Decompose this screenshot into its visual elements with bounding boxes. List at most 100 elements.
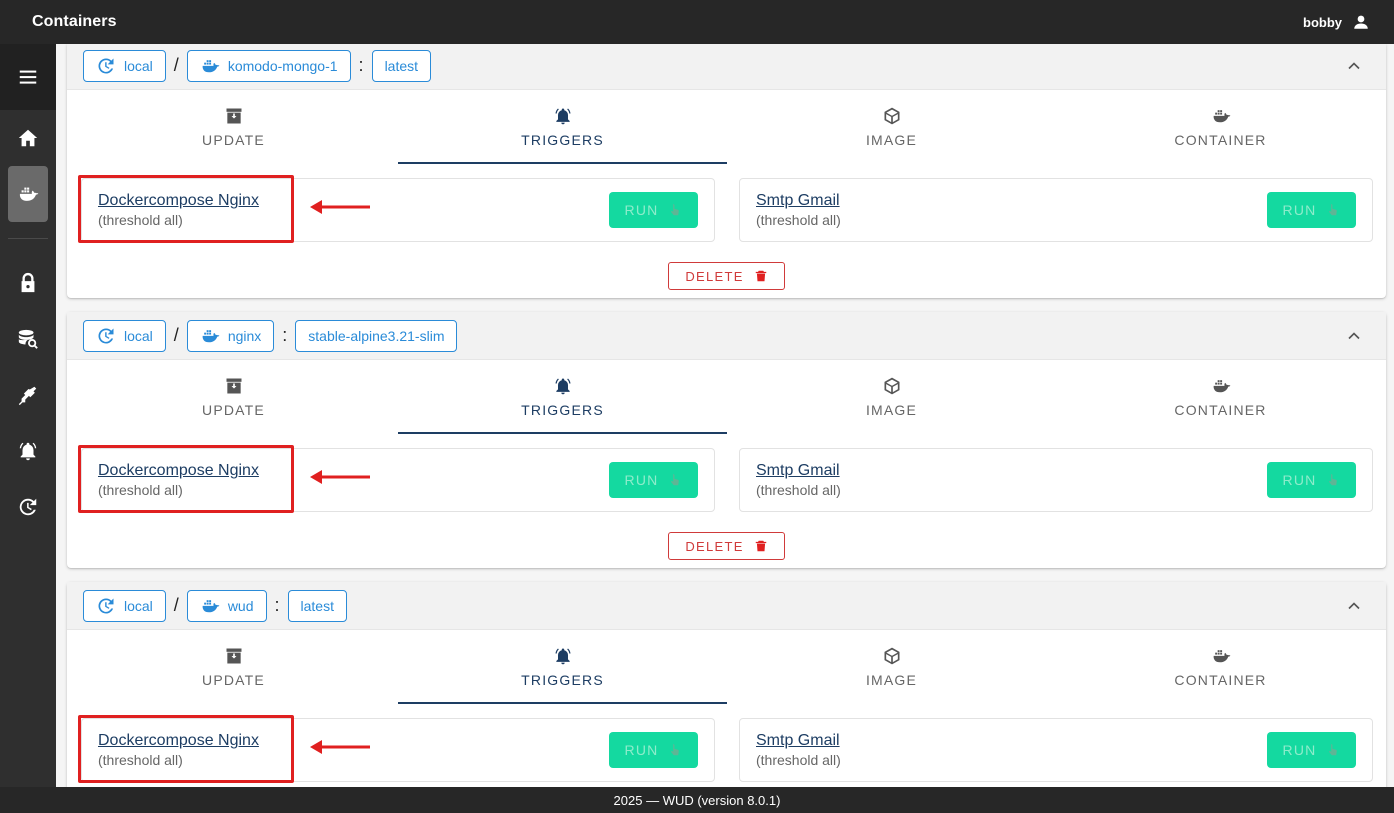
detail-tabs: UPDATE TRIGGERS IMAGE CONTAINER [67, 630, 1386, 704]
annotation-highlight-box [78, 715, 294, 783]
tag-chip[interactable]: stable-alpine3.21-slim [295, 319, 458, 352]
refresh-clock-icon [98, 597, 114, 613]
trigger-name-link[interactable]: Smtp Gmail [756, 732, 841, 750]
plug-icon [18, 386, 37, 406]
hand-pointer-icon [1329, 744, 1338, 756]
tab-container[interactable]: CONTAINER [1056, 360, 1385, 434]
docker-icon [1213, 110, 1230, 123]
run-trigger-button[interactable]: RUN [1267, 462, 1356, 498]
sidebar-item-notifications[interactable] [8, 423, 48, 479]
docker-icon [202, 329, 220, 342]
annotation-arrow [310, 470, 370, 484]
sidebar-item-triggers[interactable] [8, 367, 48, 423]
home-icon [18, 129, 38, 147]
delete-row: DELETE [67, 512, 1386, 568]
tab-triggers[interactable]: TRIGGERS [398, 630, 727, 704]
container-name-chip[interactable]: nginx [186, 319, 275, 352]
sidebar-item-containers[interactable] [8, 166, 48, 222]
trigger-info: Smtp Gmail (threshold all) [756, 462, 841, 498]
bell-ring-icon [555, 378, 570, 395]
run-label: RUN [624, 742, 659, 758]
watcher-name: local [124, 327, 153, 344]
tab-update[interactable]: UPDATE [69, 630, 398, 704]
delete-container-button[interactable]: DELETE [668, 262, 785, 290]
run-trigger-button[interactable]: RUN [609, 732, 698, 768]
delete-container-button[interactable]: DELETE [668, 532, 785, 560]
run-trigger-button[interactable]: RUN [1267, 192, 1356, 228]
run-label: RUN [1282, 742, 1317, 758]
container-card: local / nginx : stable-alpine3.21-slim U… [67, 312, 1386, 568]
menu-icon [19, 70, 37, 84]
tab-image[interactable]: IMAGE [727, 90, 1056, 164]
hand-pointer-icon [1329, 474, 1338, 486]
tab-label: UPDATE [202, 402, 265, 418]
tab-label: TRIGGERS [521, 402, 604, 418]
delete-label: DELETE [685, 538, 744, 554]
container-name-chip[interactable]: wud [186, 589, 267, 622]
trash-icon [755, 270, 766, 282]
tab-image[interactable]: IMAGE [727, 360, 1056, 434]
container-name-chip[interactable]: komodo-mongo-1 [186, 49, 351, 82]
tab-triggers[interactable]: TRIGGERS [398, 90, 727, 164]
container-name: komodo-mongo-1 [227, 57, 338, 74]
triggers-list: Dockercompose Nginx (threshold all) RUN … [67, 434, 1386, 513]
tab-label: CONTAINER [1174, 132, 1267, 148]
menu-toggle-button[interactable] [0, 44, 56, 110]
path-separator: / [173, 325, 179, 345]
triggers-list: Dockercompose Nginx (threshold all) RUN … [67, 164, 1386, 243]
username: bobby [1303, 14, 1342, 30]
run-label: RUN [1282, 472, 1317, 488]
tab-container[interactable]: CONTAINER [1056, 90, 1385, 164]
path-separator: / [173, 55, 179, 75]
user-menu[interactable]: bobby [1303, 13, 1370, 31]
hand-pointer-icon [671, 204, 680, 216]
lock-icon [21, 272, 35, 293]
run-trigger-button[interactable]: RUN [1267, 732, 1356, 768]
watcher-chip[interactable]: local [83, 319, 166, 352]
chevron-up-icon[interactable] [1344, 326, 1364, 346]
run-label: RUN [1282, 202, 1317, 218]
watcher-name: local [124, 57, 153, 74]
container-card-header[interactable]: local / komodo-mongo-1 : latest [67, 44, 1386, 90]
package-down-icon [226, 648, 241, 664]
tab-label: IMAGE [865, 402, 918, 418]
app-bar: Containers bobby [0, 0, 1394, 44]
refresh-clock-icon [19, 498, 37, 516]
run-trigger-button[interactable]: RUN [609, 192, 698, 228]
sidebar-item-watchers[interactable] [8, 479, 48, 535]
container-card-header[interactable]: local / nginx : stable-alpine3.21-slim [67, 312, 1386, 360]
run-label: RUN [624, 472, 659, 488]
trigger-item: Smtp Gmail (threshold all) RUN [739, 178, 1373, 242]
tab-triggers[interactable]: TRIGGERS [398, 360, 727, 434]
trigger-name-link[interactable]: Smtp Gmail [756, 462, 841, 480]
cube-outline-icon [884, 377, 899, 395]
tab-update[interactable]: UPDATE [69, 90, 398, 164]
watcher-chip[interactable]: local [83, 49, 166, 82]
sidebar-item-home[interactable] [8, 110, 48, 166]
docker-icon [1213, 380, 1230, 393]
tab-label: CONTAINER [1174, 672, 1267, 688]
sidebar-item-registries[interactable] [8, 311, 48, 367]
chevron-up-icon[interactable] [1344, 596, 1364, 616]
run-trigger-button[interactable]: RUN [609, 462, 698, 498]
delete-row: DELETE [67, 242, 1386, 298]
tag-chip[interactable]: latest [371, 49, 432, 82]
annotation-highlight-box [78, 175, 294, 243]
detail-tabs: UPDATE TRIGGERS IMAGE CONTAINER [67, 360, 1386, 434]
docker-icon [202, 59, 220, 72]
annotation-arrow [310, 200, 370, 214]
trigger-threshold: (threshold all) [756, 752, 841, 768]
bell-ring-icon [19, 442, 37, 461]
chevron-up-icon[interactable] [1344, 56, 1364, 76]
container-card-header[interactable]: local / wud : latest [67, 582, 1386, 630]
watcher-chip[interactable]: local [83, 589, 166, 622]
sidebar-item-authentications[interactable] [8, 255, 48, 311]
tab-container[interactable]: CONTAINER [1056, 630, 1385, 704]
bell-ring-icon [555, 648, 570, 665]
tab-image[interactable]: IMAGE [727, 630, 1056, 704]
tag-chip[interactable]: latest [287, 589, 347, 622]
trigger-name-link[interactable]: Smtp Gmail [756, 192, 841, 210]
tab-update[interactable]: UPDATE [69, 360, 398, 434]
tab-label: TRIGGERS [521, 672, 604, 688]
trash-icon [755, 540, 766, 552]
